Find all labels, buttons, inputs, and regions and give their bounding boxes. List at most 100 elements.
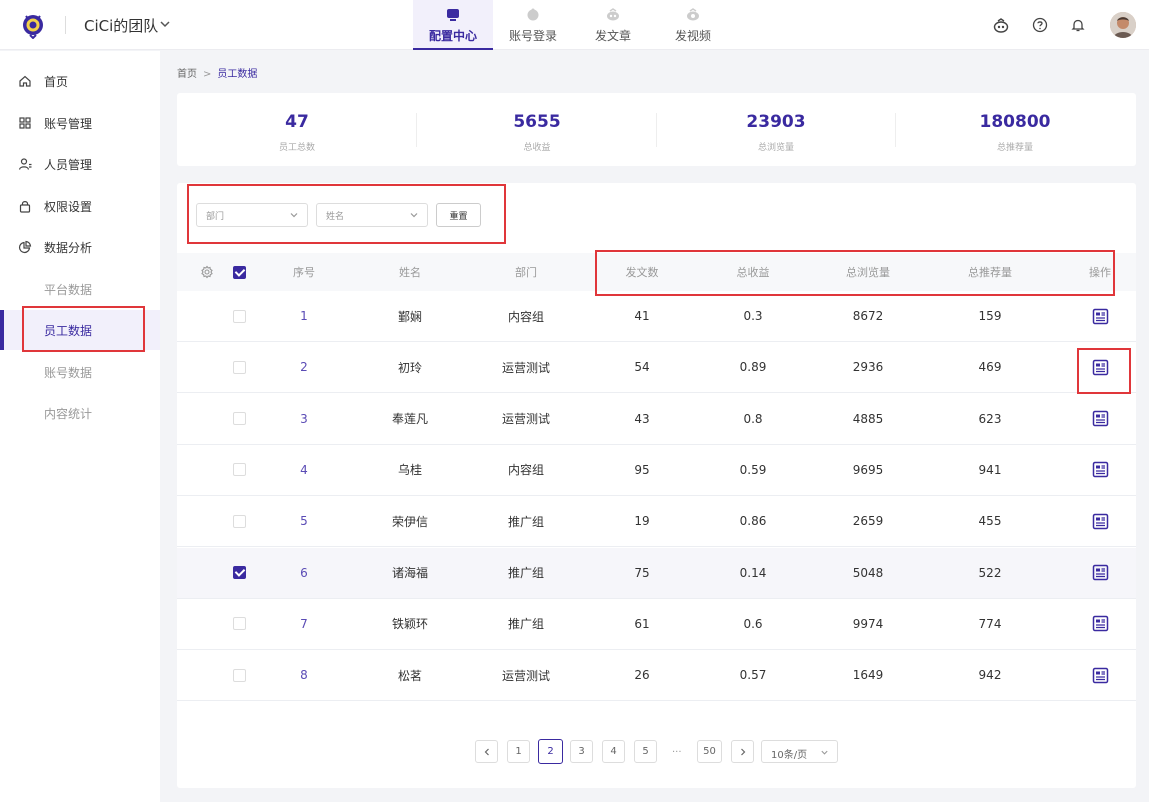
nav-account-login[interactable]: 账号登录 — [493, 0, 573, 50]
logo-icon[interactable] — [20, 11, 46, 39]
page-button[interactable]: 1 — [507, 740, 530, 763]
breadcrumb-home[interactable]: 首页 — [177, 69, 197, 80]
cell-income: 0.3 — [743, 309, 763, 323]
row-checkbox[interactable] — [227, 548, 251, 598]
row-detail-button[interactable] — [1090, 394, 1110, 444]
row-checkbox[interactable] — [227, 342, 251, 392]
page-button[interactable]: 5 — [634, 740, 657, 763]
cell-views: 8672 — [852, 309, 884, 323]
avatar[interactable] — [1110, 12, 1136, 38]
cell-name: 诸海福 — [391, 566, 428, 580]
nav-config-center[interactable]: 配置中心 — [413, 0, 493, 50]
cell-posts: 75 — [634, 565, 650, 580]
nav-post-article[interactable]: 发文章 — [573, 0, 653, 50]
cell-name: 奉莲凡 — [391, 412, 428, 427]
cell-income: 0.8 — [743, 411, 763, 426]
chevron-down-icon — [821, 750, 828, 755]
robot-icon[interactable] — [992, 16, 1010, 34]
page-size-select[interactable]: 10条/页 — [761, 740, 838, 763]
bot-head-icon — [607, 8, 619, 21]
sidebar-item-label: 账号数据 — [44, 366, 93, 380]
table-row: 2 初玲 运营测试 54 0.89 2936 469 — [177, 342, 1136, 394]
stat-total-staff: 47 员工总数 — [177, 93, 417, 166]
cell-income: 0.59 — [739, 462, 767, 477]
nav-post-video[interactable]: 发视频 — [653, 0, 733, 50]
row-checkbox[interactable] — [227, 599, 251, 649]
page-button-last[interactable]: 50 — [697, 740, 722, 763]
sidebar-item-data-analysis[interactable]: 数据分析 — [0, 227, 160, 267]
row-detail-button[interactable] — [1090, 445, 1110, 495]
cell-views: 9695 — [852, 462, 884, 477]
stat-total-views: 23903 总浏览量 — [656, 93, 896, 166]
stat-value: 5655 — [513, 112, 561, 132]
row-checkbox[interactable] — [227, 394, 251, 444]
row-detail-button[interactable] — [1090, 548, 1110, 598]
sidebar-subitem-content-stats[interactable]: 内容统计 — [0, 393, 160, 433]
cell-posts: 95 — [634, 462, 650, 477]
sidebar-item-label: 权限设置 — [44, 200, 93, 214]
stat-value: 23903 — [746, 112, 806, 132]
next-page-button[interactable] — [731, 740, 754, 763]
column-settings[interactable] — [192, 253, 222, 291]
top-nav: 配置中心 账号登录 发文章 发视频 — [413, 0, 733, 50]
sidebar-item-accounts[interactable]: 账号管理 — [0, 103, 160, 143]
checkbox-mark — [232, 617, 246, 631]
cell-posts: 41 — [634, 309, 650, 323]
tv-icon — [447, 9, 459, 21]
cell-recommendations: 469 — [978, 360, 1002, 375]
checkbox-mark — [232, 463, 246, 477]
cell-posts: 26 — [634, 668, 650, 683]
page-button[interactable]: 3 — [570, 740, 593, 763]
grid-icon — [19, 117, 31, 129]
row-detail-button[interactable] — [1090, 496, 1110, 546]
select-all-checkbox[interactable] — [227, 253, 251, 291]
user-portrait-icon — [1110, 12, 1136, 38]
chevron-right-icon — [740, 748, 745, 755]
row-checkbox[interactable] — [227, 650, 251, 700]
chevron-down-icon[interactable] — [158, 17, 172, 31]
cell-department: 推广组 — [507, 617, 544, 632]
pie-chart-icon — [18, 240, 32, 254]
sidebar-item-home[interactable]: 首页 — [0, 61, 160, 101]
row-detail-button[interactable] — [1090, 599, 1110, 649]
robot-icon — [527, 8, 539, 21]
cell-name: 松茗 — [397, 668, 422, 683]
highlight-box-metric-headers — [595, 250, 1115, 296]
prev-page-button[interactable] — [475, 740, 498, 763]
cell-department: 运营测试 — [501, 360, 550, 375]
table-row: 7 铁颖环 推广组 61 0.6 9974 774 — [177, 599, 1136, 650]
checkbox-mark — [232, 265, 246, 279]
page-button[interactable]: 4 — [602, 740, 625, 763]
help-icon[interactable] — [1031, 16, 1049, 34]
cell-recommendations: 522 — [978, 565, 1002, 580]
page-button-current[interactable]: 2 — [538, 739, 563, 764]
cell-views: 9974 — [852, 616, 884, 631]
cell-name: 初玲 — [397, 360, 422, 375]
team-name[interactable]: CiCi的团队 — [84, 15, 158, 36]
cell-name: 荣伊信 — [391, 514, 428, 529]
row-detail-button[interactable] — [1090, 291, 1110, 341]
nav-label: 发文章 — [594, 29, 631, 43]
row-checkbox[interactable] — [227, 445, 251, 495]
sidebar-item-label: 数据分析 — [44, 241, 93, 255]
user-icon — [18, 158, 32, 170]
document-detail-icon — [1092, 513, 1108, 529]
sidebar-item-label: 账号管理 — [44, 117, 93, 131]
sidebar-item-staff[interactable]: 人员管理 — [0, 144, 160, 184]
sidebar-subitem-account-data[interactable]: 账号数据 — [0, 352, 160, 392]
nav-label: 账号登录 — [508, 29, 557, 43]
highlight-box-action-icon — [1077, 348, 1131, 394]
table-row: 8 松茗 运营测试 26 0.57 1649 942 — [177, 650, 1136, 702]
nav-label: 发视频 — [674, 29, 711, 43]
bell-icon[interactable] — [1069, 16, 1087, 34]
row-detail-button[interactable] — [1090, 650, 1110, 700]
sidebar-item-permissions[interactable]: 权限设置 — [0, 186, 160, 226]
row-checkbox[interactable] — [227, 291, 251, 341]
table-row: 3 奉莲凡 运营测试 43 0.8 4885 623 — [177, 394, 1136, 445]
document-detail-icon — [1092, 462, 1108, 478]
row-checkbox[interactable] — [227, 496, 251, 546]
breadcrumb-separator: > — [203, 69, 212, 80]
cell-recommendations: 159 — [978, 309, 1002, 323]
sidebar-subitem-platform-data[interactable]: 平台数据 — [0, 269, 160, 309]
document-detail-icon — [1092, 410, 1108, 427]
